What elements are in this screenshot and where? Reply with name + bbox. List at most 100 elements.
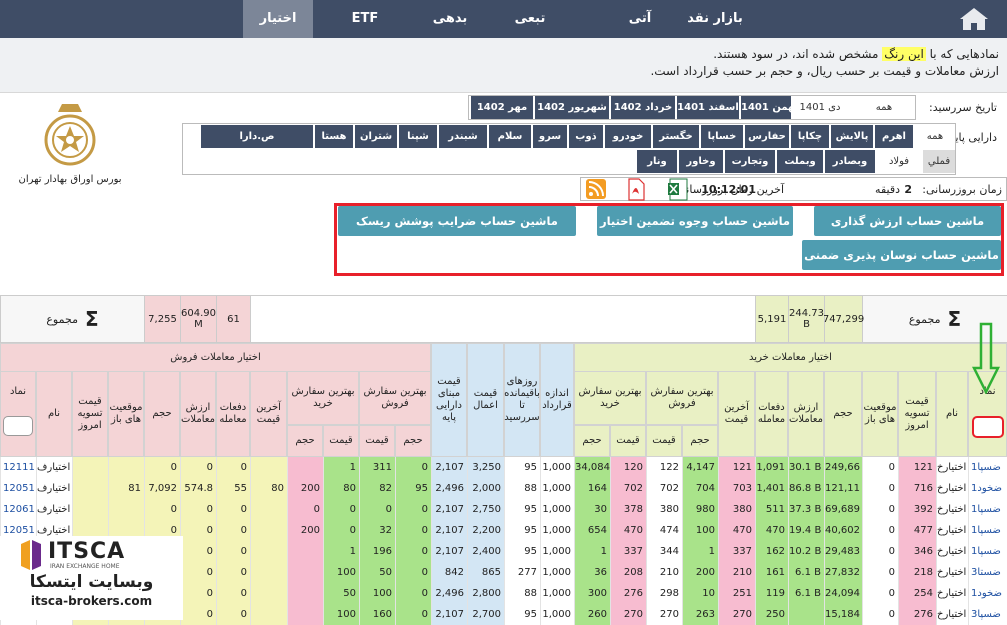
sell-last-header: آخرین قیمت <box>250 371 287 457</box>
maturity-option[interactable]: 1402 شهریور <box>535 96 609 119</box>
table-row[interactable]: ضخود1 اختیارخ 716 0 121,11 86.8 B 1,401 703 704 7… <box>0 478 1007 499</box>
last-update-value: 10:12:01 <box>701 183 756 196</box>
cell-bsym[interactable]: ضخود1 <box>968 478 1007 499</box>
pdf-icon[interactable] <box>625 178 647 201</box>
maturity-option[interactable]: 1401 اسفند <box>677 96 739 119</box>
buy-symbol-filter-input[interactable] <box>972 416 1004 438</box>
cell-bname: اختیارخ <box>936 604 968 625</box>
tab-debt[interactable]: بدهی <box>425 0 475 38</box>
maturity-option[interactable]: 1401 بهمن <box>741 96 798 119</box>
cell-ssym[interactable]: 12051 <box>0 478 36 499</box>
cell-ssp: 82 <box>359 478 395 499</box>
tab-etf[interactable]: ETF <box>340 0 390 38</box>
base-chip[interactable]: وبملت <box>777 150 823 173</box>
base-chip[interactable]: ص.دارا <box>201 125 313 148</box>
cell-bbp: 702 <box>610 478 646 499</box>
cell-basep: 2,107 <box>431 604 467 625</box>
cell-bsym[interactable]: ضسپا3 <box>968 604 1007 625</box>
cell-size: 1,000 <box>540 604 574 625</box>
cell-ssym[interactable]: 12061 <box>0 499 36 520</box>
cell-size: 1,000 <box>540 499 574 520</box>
summary-label: مجموع <box>46 312 78 326</box>
base-chip[interactable]: چکاپا <box>791 125 829 148</box>
notice-text: نمادهایی که با <box>929 47 999 61</box>
cell-bsym[interactable]: ضسپا1 <box>968 520 1007 541</box>
base-chip[interactable]: ذوب <box>569 125 603 148</box>
brand-url[interactable]: itsca-brokers.com <box>0 594 183 608</box>
update-interval-value[interactable]: 2 <box>904 183 912 196</box>
itsca-watermark: ITSCA IRAN EXCHANGE HOME وبسایت ایتسکا i… <box>0 536 183 620</box>
home-icon[interactable] <box>957 6 991 32</box>
sell-symbol-filter-input[interactable] <box>3 416 33 436</box>
base-chip[interactable]: وتجارت <box>725 150 775 173</box>
base-all[interactable]: همه <box>915 125 955 148</box>
excel-icon[interactable] <box>667 178 689 201</box>
cell-basep: 2,496 <box>431 478 467 499</box>
cell-sbq <box>287 583 323 604</box>
base-chip[interactable]: وخاور <box>679 150 723 173</box>
maturity-label: تاریخ سررسید: <box>929 101 997 114</box>
buy-open-pos-header: موقعیت های باز <box>862 371 898 457</box>
sell-group-header: اختیار معاملات فروش <box>0 343 431 371</box>
tab-spot-market[interactable]: بازار نقد <box>680 0 750 38</box>
cell-size: 1,000 <box>540 520 574 541</box>
table-row[interactable]: ضسپا1 اختیارخ 121 0 249,66 30.1 B 1,091 121 4,14… <box>0 457 1007 478</box>
tab-futures[interactable]: آتی <box>620 0 660 38</box>
cell-spos: 81 <box>108 478 144 499</box>
cell-ssym[interactable]: 12111 <box>0 457 36 478</box>
tab-options[interactable]: اختیار <box>243 0 313 38</box>
contract-size-header: اندازه قرارداد <box>540 343 574 457</box>
maturity-option[interactable]: 1401 دی <box>791 96 849 119</box>
cell-bpos: 0 <box>862 520 898 541</box>
cell-bval: 30.1 B <box>788 457 824 478</box>
base-chip[interactable]: ونار <box>637 150 677 173</box>
tab-derivative[interactable]: تبعی <box>510 0 550 38</box>
base-chip[interactable]: شبندر <box>439 125 487 148</box>
cell-slast <box>250 520 287 541</box>
cell-bsp: 270 <box>646 604 682 625</box>
cell-bbp: 378 <box>610 499 646 520</box>
base-chip[interactable]: خساپا <box>701 125 743 148</box>
base-chip[interactable]: خودرو <box>605 125 651 148</box>
base-chip[interactable]: وبصادر <box>825 150 875 173</box>
rss-icon[interactable] <box>585 178 607 201</box>
cell-svol: 0 <box>144 499 180 520</box>
cell-size: 1,000 <box>540 457 574 478</box>
base-chip-selected[interactable]: فملي <box>923 150 955 173</box>
cell-sset <box>72 457 108 478</box>
base-chip[interactable]: پالایش <box>831 125 873 148</box>
cell-blast: 270 <box>718 604 755 625</box>
cell-btr: 1,091 <box>755 457 788 478</box>
cell-btr: 250 <box>755 604 788 625</box>
cell-bname: اختیارخ <box>936 520 968 541</box>
cell-bsym[interactable]: ضسپا1 <box>968 541 1007 562</box>
cell-bsym[interactable]: ضخود1 <box>968 583 1007 604</box>
cell-sbp: 1 <box>323 457 359 478</box>
base-chip[interactable]: سلام <box>489 125 531 148</box>
base-chip[interactable]: خگستر <box>653 125 699 148</box>
tse-emblem-icon <box>44 104 96 166</box>
cell-bvol: 249,66 <box>824 457 862 478</box>
table-row[interactable]: ضسپا1 اختیارخ 392 0 69,689 37.3 B 511 380 980 380… <box>0 499 1007 520</box>
maturity-all[interactable]: همه <box>855 96 913 119</box>
maturity-option[interactable]: 1402 مهر <box>471 96 533 119</box>
base-chip[interactable]: هستا <box>315 125 353 148</box>
base-chip[interactable]: شپنا <box>399 125 437 148</box>
notice-text: مشخص شده اند، در سود هستند. <box>713 47 879 61</box>
base-chip[interactable]: سرو <box>533 125 567 148</box>
base-chip[interactable]: حفارس <box>745 125 789 148</box>
cell-bsym[interactable]: ضسپا1 <box>968 499 1007 520</box>
base-chip[interactable]: شتران <box>355 125 397 148</box>
sell-best-buy-header: بهترین سفارش خرید <box>287 371 359 425</box>
cell-bsym[interactable]: ضستا3 <box>968 562 1007 583</box>
cell-bname: اختیارخ <box>936 583 968 604</box>
cell-days: 95 <box>504 457 540 478</box>
base-chip[interactable]: اهرم <box>875 125 913 148</box>
cell-ssq: 95 <box>395 478 431 499</box>
maturity-option[interactable]: 1402 خرداد <box>611 96 675 119</box>
cell-bsym[interactable]: ضسپا1 <box>968 457 1007 478</box>
cell-sbp: 0 <box>323 520 359 541</box>
cell-bbq: 36 <box>574 562 610 583</box>
base-chip[interactable]: فولاد <box>877 150 921 173</box>
buy-volume-header: حجم <box>824 371 862 457</box>
